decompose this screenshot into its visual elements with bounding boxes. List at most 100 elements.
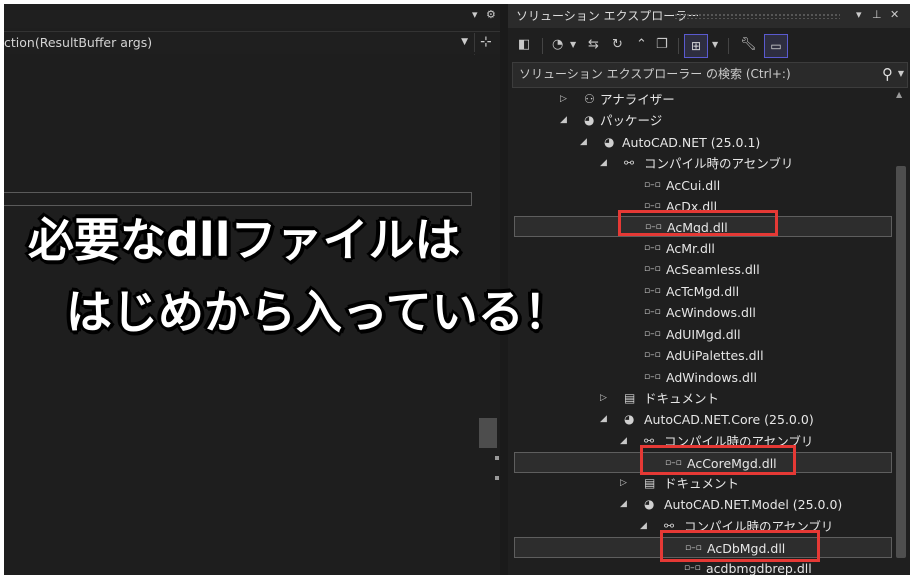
expanded-arrow-icon[interactable]: ◢ (620, 497, 627, 511)
member-dropdown-text: ction(ResultBuffer args) (4, 35, 153, 50)
chevron-down-icon: ▼ (461, 37, 468, 47)
scrollbar-thumb[interactable] (479, 418, 497, 448)
title-bar-grip (674, 13, 840, 19)
tree-item-label: ドキュメント (644, 391, 720, 406)
package-icon: ◕ (624, 412, 635, 426)
package-icon: ◕ (644, 497, 655, 511)
solution-explorer-title: ソリューション エクスプローラー (516, 9, 700, 23)
assembly-icon: ▫–▫ (644, 180, 661, 190)
tree-item-label: パッケージ (600, 113, 663, 128)
expanded-arrow-icon[interactable]: ◢ (560, 113, 567, 127)
tree-item-label: コンパイル時のアセンブリ (644, 156, 794, 171)
search-placeholder: ソリューション エクスプローラー の検索 (Ctrl+:) (519, 67, 791, 81)
package-icon: ◕ (584, 113, 595, 127)
tree-item-label: AcWindows.dll (666, 305, 756, 320)
tree-item-label: AdUiPalettes.dll (666, 348, 764, 363)
search-icon[interactable]: ⚲ (882, 64, 893, 84)
overlay-caption-line-2: はじめから入っている！ (66, 285, 570, 339)
assembly-icon: ▫–▫ (684, 563, 701, 573)
assembly-icon: ▫–▫ (644, 350, 661, 360)
tree-item[interactable]: ▫–▫ AdWindows.dll (508, 367, 892, 388)
chevron-down-icon[interactable]: ▾ (472, 8, 478, 22)
expanded-arrow-icon[interactable]: ◢ (600, 156, 607, 170)
chevron-down-icon[interactable]: ▾ (856, 8, 862, 22)
tree-item[interactable]: ◢ ⚯ コンパイル時のアセンブリ (508, 153, 892, 174)
history-icon[interactable]: ◔ (552, 36, 563, 54)
editor-title-bar: ▾ ⚙ (4, 4, 500, 28)
tree-item-label: ドキュメント (664, 476, 740, 491)
tree-item[interactable]: ▫–▫ AcSeamless.dll (508, 259, 892, 280)
tree-item[interactable]: ▫–▫ AcMr.dll (508, 238, 892, 259)
gear-icon[interactable]: ⚙ (486, 8, 496, 22)
close-icon[interactable]: ✕ (890, 8, 899, 22)
toolbar-separator (542, 38, 543, 54)
preview-icon[interactable]: ▭ (764, 34, 788, 58)
analyzer-icon: ⚇ (584, 92, 595, 106)
refresh-icon[interactable]: ↻ (612, 36, 623, 54)
document-folder-icon: ▤ (644, 476, 656, 490)
pin-icon[interactable]: ⊥ (872, 8, 882, 22)
package-icon: ◕ (604, 135, 615, 149)
tree-item[interactable]: ▫–▫ AdUiPalettes.dll (508, 345, 892, 366)
tree-item-label: AcTcMgd.dll (666, 284, 740, 299)
expanded-arrow-icon[interactable]: ◢ (600, 412, 607, 426)
switch-views-icon[interactable]: ◧ (518, 36, 530, 54)
tree-item-label: AdWindows.dll (666, 370, 757, 385)
tree-item-label: AcMr.dll (666, 241, 715, 256)
editor-navigation-bar: ction(ResultBuffer args) ▼ ⊹ (4, 31, 500, 55)
properties-wrench-icon[interactable]: 🔧︎ (740, 36, 757, 54)
collapsed-arrow-icon[interactable]: ▷ (600, 391, 607, 405)
assembly-icon: ▫–▫ (644, 329, 661, 339)
overlay-caption-line-1: 必要なdllファイルは (28, 213, 461, 267)
expanded-arrow-icon[interactable]: ◢ (580, 135, 587, 149)
chevron-down-icon[interactable]: ▼ (570, 36, 576, 54)
scroll-marker (495, 476, 499, 480)
show-all-files-icon[interactable]: ❐ (656, 36, 668, 54)
expanded-arrow-icon[interactable]: ◢ (620, 434, 627, 448)
tree-item[interactable]: ◢ ◕ AutoCAD.NET.Core (25.0.0) (508, 409, 892, 430)
tree-item[interactable]: ▫–▫ AcCui.dll (508, 175, 892, 196)
screenshot-frame: ▾ ⚙ ction(ResultBuffer args) ▼ ⊹ ソリューション… (4, 4, 910, 575)
solution-explorer-scrollbar[interactable]: ▲ (892, 88, 910, 575)
tree-item[interactable]: ◢ ◕ AutoCAD.NET (25.0.1) (508, 132, 892, 153)
tree-item[interactable]: ▷ ▤ ドキュメント (508, 388, 892, 409)
chevron-down-icon[interactable]: ▼ (898, 67, 904, 81)
chevron-down-icon[interactable]: ▼ (712, 36, 718, 54)
assembly-group-icon: ⚯ (624, 156, 635, 170)
assembly-icon: ▫–▫ (644, 372, 661, 382)
collapsed-arrow-icon[interactable]: ▷ (560, 92, 567, 106)
split-view-icon[interactable]: ⊹ (480, 33, 492, 51)
toggle-view-icon[interactable]: ⊞ (684, 34, 708, 58)
scroll-marker (495, 456, 499, 460)
tree-item[interactable]: ▫–▫ acdbmgdbrep.dll (508, 558, 892, 575)
collapse-all-icon[interactable]: ⌃ (636, 36, 647, 54)
red-highlight-box (618, 210, 778, 236)
tree-item[interactable]: ◢ ◕ AutoCAD.NET.Model (25.0.0) (508, 494, 892, 515)
scroll-up-icon[interactable]: ▲ (896, 90, 902, 100)
toolbar-separator (728, 38, 729, 54)
tree-item[interactable]: ◢ ◕ パッケージ (508, 110, 892, 131)
tree-item-label: AcCui.dll (666, 178, 721, 193)
solution-explorer-toolbar: ◧ ◔ ▼ ⇆ ↻ ⌃ ❐ ⊞ ▼ 🔧︎ ▭ (508, 30, 910, 60)
tree-item-label: AutoCAD.NET (25.0.1) (622, 135, 761, 150)
assembly-icon: ▫–▫ (644, 243, 661, 253)
scrollbar-thumb[interactable] (896, 166, 906, 558)
tree-item[interactable]: ▷ ⚇ アナライザー (508, 89, 892, 110)
red-highlight-box (640, 445, 796, 475)
tree-item-label: AdUIMgd.dll (666, 327, 741, 342)
sync-icon[interactable]: ⇆ (588, 36, 599, 54)
assembly-icon: ▫–▫ (644, 264, 661, 274)
document-folder-icon: ▤ (624, 391, 636, 405)
tree-item-label: AutoCAD.NET.Model (25.0.0) (664, 497, 843, 512)
member-dropdown[interactable]: ction(ResultBuffer args) ▼ (4, 33, 475, 52)
expanded-arrow-icon[interactable]: ◢ (640, 519, 647, 533)
solution-explorer-search[interactable]: ソリューション エクスプローラー の検索 (Ctrl+:) ⚲ ▼ (512, 62, 908, 88)
toolbar-separator (678, 38, 679, 54)
tree-item[interactable]: ▷ ▤ ドキュメント (508, 473, 892, 494)
collapsed-arrow-icon[interactable]: ▷ (620, 476, 627, 490)
solution-explorer-title-bar: ソリューション エクスプローラー ▾ ⊥ ✕ (508, 4, 910, 28)
tree-item-label: AutoCAD.NET.Core (25.0.0) (644, 412, 814, 427)
tree-item-label: アナライザー (600, 92, 675, 107)
tree-item-label: AcSeamless.dll (666, 262, 760, 277)
assembly-icon: ▫–▫ (644, 307, 661, 317)
